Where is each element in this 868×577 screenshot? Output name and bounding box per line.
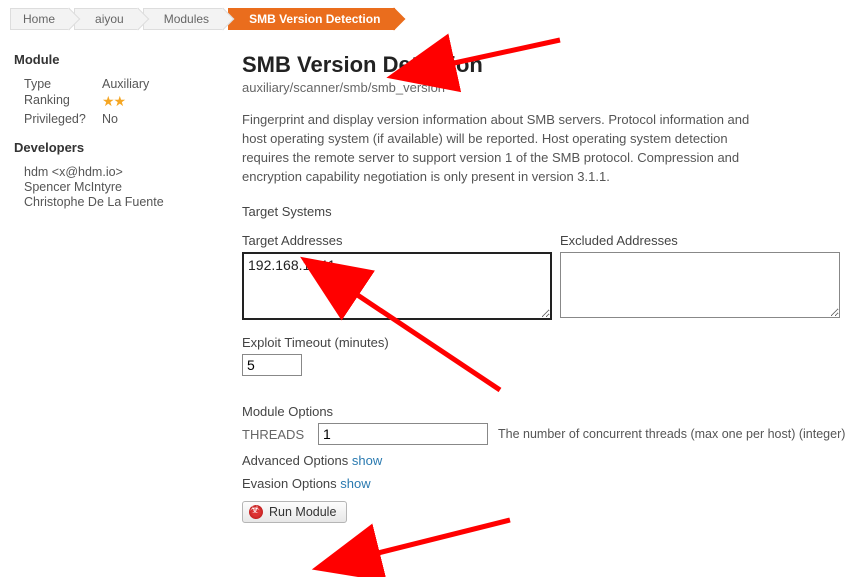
privileged-value: No — [102, 112, 118, 126]
advanced-options-label: Advanced Options — [242, 453, 348, 468]
sidebar: Module Type Auxiliary Ranking ★★ Privile… — [14, 52, 224, 523]
type-value: Auxiliary — [102, 77, 149, 91]
module-options-heading: Module Options — [242, 404, 854, 419]
advanced-options-show-link[interactable]: show — [352, 453, 382, 468]
developer-item: Spencer McIntyre — [24, 180, 214, 194]
excluded-addresses-input[interactable] — [560, 252, 840, 318]
evasion-options-show-link[interactable]: show — [340, 476, 370, 491]
breadcrumb-modules[interactable]: Modules — [143, 8, 224, 30]
type-label: Type — [24, 77, 102, 91]
developers-list: hdm <x@hdm.io> Spencer McIntyre Christop… — [24, 165, 214, 209]
ranking-stars-icon: ★★ — [102, 93, 125, 110]
module-heading: Module — [14, 52, 214, 67]
developer-item: hdm <x@hdm.io> — [24, 165, 214, 179]
breadcrumb-project[interactable]: aiyou — [74, 8, 139, 30]
evasion-options-label: Evasion Options — [242, 476, 337, 491]
main-content: SMB Version Detection auxiliary/scanner/… — [224, 52, 854, 523]
privileged-label: Privileged? — [24, 112, 102, 126]
breadcrumb-current[interactable]: SMB Version Detection — [228, 8, 395, 30]
exploit-timeout-input[interactable] — [242, 354, 302, 376]
page-title: SMB Version Detection — [242, 52, 854, 78]
excluded-addresses-label: Excluded Addresses — [560, 233, 840, 248]
developers-heading: Developers — [14, 140, 214, 155]
module-path: auxiliary/scanner/smb/smb_version — [242, 80, 854, 95]
threads-input[interactable] — [318, 423, 488, 445]
breadcrumb-home[interactable]: Home — [10, 8, 70, 30]
exploit-timeout-label: Exploit Timeout (minutes) — [242, 335, 854, 350]
target-addresses-label: Target Addresses — [242, 233, 552, 248]
threads-label: THREADS — [242, 427, 312, 442]
run-module-button[interactable]: Run Module — [242, 501, 347, 523]
module-description: Fingerprint and display version informat… — [242, 111, 762, 186]
biohazard-icon — [249, 505, 263, 519]
run-module-label: Run Module — [269, 505, 336, 519]
target-systems-heading: Target Systems — [242, 204, 854, 219]
threads-help: The number of concurrent threads (max on… — [498, 427, 845, 441]
developer-item: Christophe De La Fuente — [24, 195, 214, 209]
target-addresses-input[interactable] — [242, 252, 552, 320]
breadcrumb: Home aiyou Modules SMB Version Detection — [0, 0, 868, 34]
ranking-label: Ranking — [24, 93, 102, 110]
